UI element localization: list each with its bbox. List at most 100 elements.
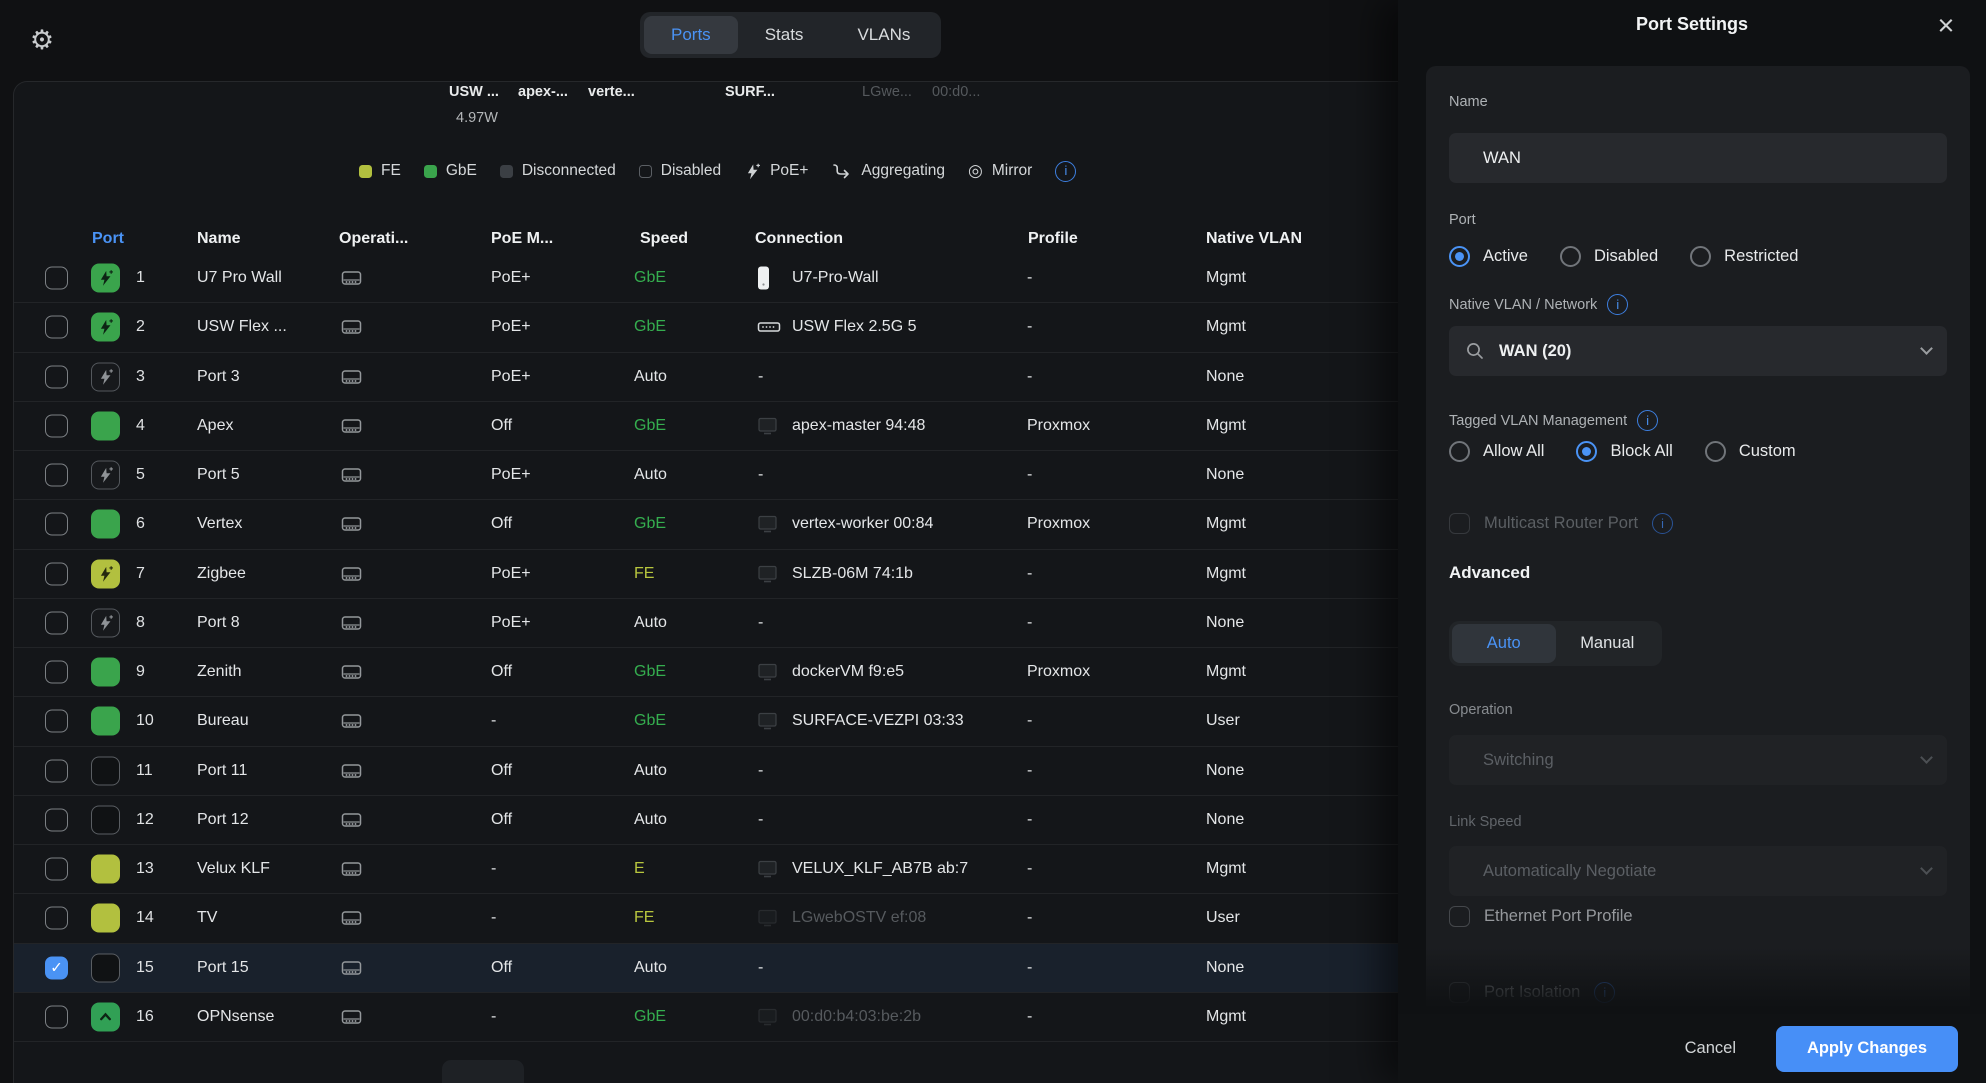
row-checkbox[interactable] <box>45 661 68 684</box>
profile: - <box>1027 959 1032 977</box>
speed: Auto <box>634 466 667 484</box>
port-number: 15 <box>136 959 154 977</box>
apply-changes-button[interactable]: Apply Changes <box>1776 1026 1958 1072</box>
operation-switching-icon <box>340 761 363 780</box>
row-checkbox[interactable] <box>45 611 68 634</box>
native-vlan: Mgmt <box>1206 318 1246 336</box>
column-header-name[interactable]: Name <box>197 224 241 254</box>
port-isolation-checkbox-row[interactable]: Port Isolation i <box>1449 982 1615 1003</box>
native-vlan-info-icon[interactable]: i <box>1607 294 1628 315</box>
profile: Proxmox <box>1027 515 1090 533</box>
mode-manual[interactable]: Manual <box>1556 624 1660 663</box>
multicast-info-icon[interactable]: i <box>1652 513 1673 534</box>
radio-custom[interactable]: Custom <box>1705 441 1796 462</box>
radio-active[interactable]: Active <box>1449 246 1528 267</box>
row-checkbox[interactable] <box>45 1005 68 1028</box>
cancel-button[interactable]: Cancel <box>1685 1039 1736 1058</box>
column-header-port[interactable]: Port <box>92 224 124 254</box>
operation-switching-icon <box>340 318 363 337</box>
native-vlan: None <box>1206 368 1244 386</box>
row-checkbox[interactable] <box>45 365 68 388</box>
speed: GbE <box>634 663 666 681</box>
mode-auto[interactable]: Auto <box>1452 624 1556 663</box>
profile: - <box>1027 860 1032 878</box>
legend-item-gbe: GbE <box>424 162 477 180</box>
profile: Proxmox <box>1027 663 1090 681</box>
row-checkbox[interactable] <box>45 858 68 881</box>
native-vlan: Mgmt <box>1206 565 1246 583</box>
legend-info-icon[interactable]: i <box>1055 161 1076 182</box>
port-name: Zenith <box>197 663 241 681</box>
row-checkbox[interactable] <box>45 464 68 487</box>
speed: GbE <box>634 417 666 435</box>
connection-name: - <box>758 811 763 829</box>
radio-restricted[interactable]: Restricted <box>1690 246 1798 267</box>
pagination-button-partial[interactable] <box>442 1060 524 1083</box>
legend-item-poe: PoE+ <box>744 162 808 180</box>
diagram-label: verte... <box>588 84 635 100</box>
name-input[interactable] <box>1449 133 1947 183</box>
legend-item-info[interactable]: i <box>1055 161 1076 182</box>
column-header-native-vlan[interactable]: Native VLAN <box>1206 224 1302 254</box>
ethernet-profile-checkbox[interactable] <box>1449 906 1470 927</box>
column-header-profile[interactable]: Profile <box>1028 224 1078 254</box>
row-checkbox[interactable] <box>45 907 68 930</box>
profile: - <box>1027 368 1032 386</box>
native-vlan: None <box>1206 762 1244 780</box>
row-checkbox[interactable] <box>45 267 68 290</box>
poe-mode: Off <box>491 762 512 780</box>
row-checkbox[interactable] <box>45 562 68 585</box>
native-vlan: User <box>1206 909 1240 927</box>
port-state-label: Port <box>1449 212 1476 228</box>
port-legend: FEGbEDisconnectedDisabledPoE+Aggregating… <box>359 158 1076 184</box>
radio-disabled[interactable]: Disabled <box>1560 246 1658 267</box>
row-checkbox[interactable]: ✓ <box>45 956 68 979</box>
tab-ports[interactable]: Ports <box>644 16 738 54</box>
port-number: 12 <box>136 811 154 829</box>
port-number: 6 <box>136 515 145 533</box>
operation-switching-icon <box>340 416 363 435</box>
speed: Auto <box>634 614 667 632</box>
row-checkbox[interactable] <box>45 513 68 536</box>
column-header-poe-mode[interactable]: PoE M... <box>491 224 553 254</box>
close-icon[interactable]: × <box>1928 8 1964 44</box>
port-status-icon <box>91 707 120 736</box>
settings-gear-icon[interactable]: ⚙ <box>22 20 62 60</box>
tab-vlans[interactable]: VLANs <box>830 16 937 54</box>
tagged-vlan-info-icon[interactable]: i <box>1637 410 1658 431</box>
ethernet-port-profile-checkbox-row[interactable]: Ethernet Port Profile <box>1449 906 1633 927</box>
multicast-router-port-checkbox-row[interactable]: Multicast Router Port i <box>1449 513 1673 534</box>
poe-mode: Off <box>491 417 512 435</box>
row-checkbox[interactable] <box>45 316 68 339</box>
radio-block-all[interactable]: Block All <box>1576 441 1672 462</box>
native-vlan-select[interactable]: WAN (20) <box>1449 326 1947 376</box>
radio-allow-all[interactable]: Allow All <box>1449 441 1544 462</box>
tab-stats[interactable]: Stats <box>738 16 831 54</box>
column-header-operation[interactable]: Operati... <box>339 224 408 254</box>
port-status-icon <box>91 953 120 982</box>
port-number: 2 <box>136 318 145 336</box>
radio-custom-circle <box>1705 441 1726 462</box>
column-header-connection[interactable]: Connection <box>755 224 843 254</box>
column-header-speed[interactable]: Speed <box>640 224 688 254</box>
port-isolation-checkbox[interactable] <box>1449 982 1470 1003</box>
radio-restricted-circle <box>1690 246 1711 267</box>
native-vlan: None <box>1206 466 1244 484</box>
poe-mode: - <box>491 860 496 878</box>
row-checkbox[interactable] <box>45 414 68 437</box>
radio-restricted-label: Restricted <box>1724 247 1798 266</box>
port-settings-drawer: Port Settings × Name Port Active Disable… <box>1398 0 1986 1083</box>
multicast-checkbox[interactable] <box>1449 513 1470 534</box>
poe-mode: Off <box>491 663 512 681</box>
speed: E <box>634 860 645 878</box>
poe-power-readout: 4.97W <box>456 110 498 126</box>
poe-mode: PoE+ <box>491 565 531 583</box>
row-checkbox[interactable] <box>45 759 68 782</box>
ethernet-profile-label: Ethernet Port Profile <box>1484 907 1633 926</box>
port-name: U7 Pro Wall <box>197 269 282 287</box>
multicast-label: Multicast Router Port <box>1484 514 1638 533</box>
legend-item-disc: Disconnected <box>500 162 616 180</box>
row-checkbox[interactable] <box>45 710 68 733</box>
row-checkbox[interactable] <box>45 808 68 831</box>
port-isolation-info-icon[interactable]: i <box>1594 982 1615 1003</box>
